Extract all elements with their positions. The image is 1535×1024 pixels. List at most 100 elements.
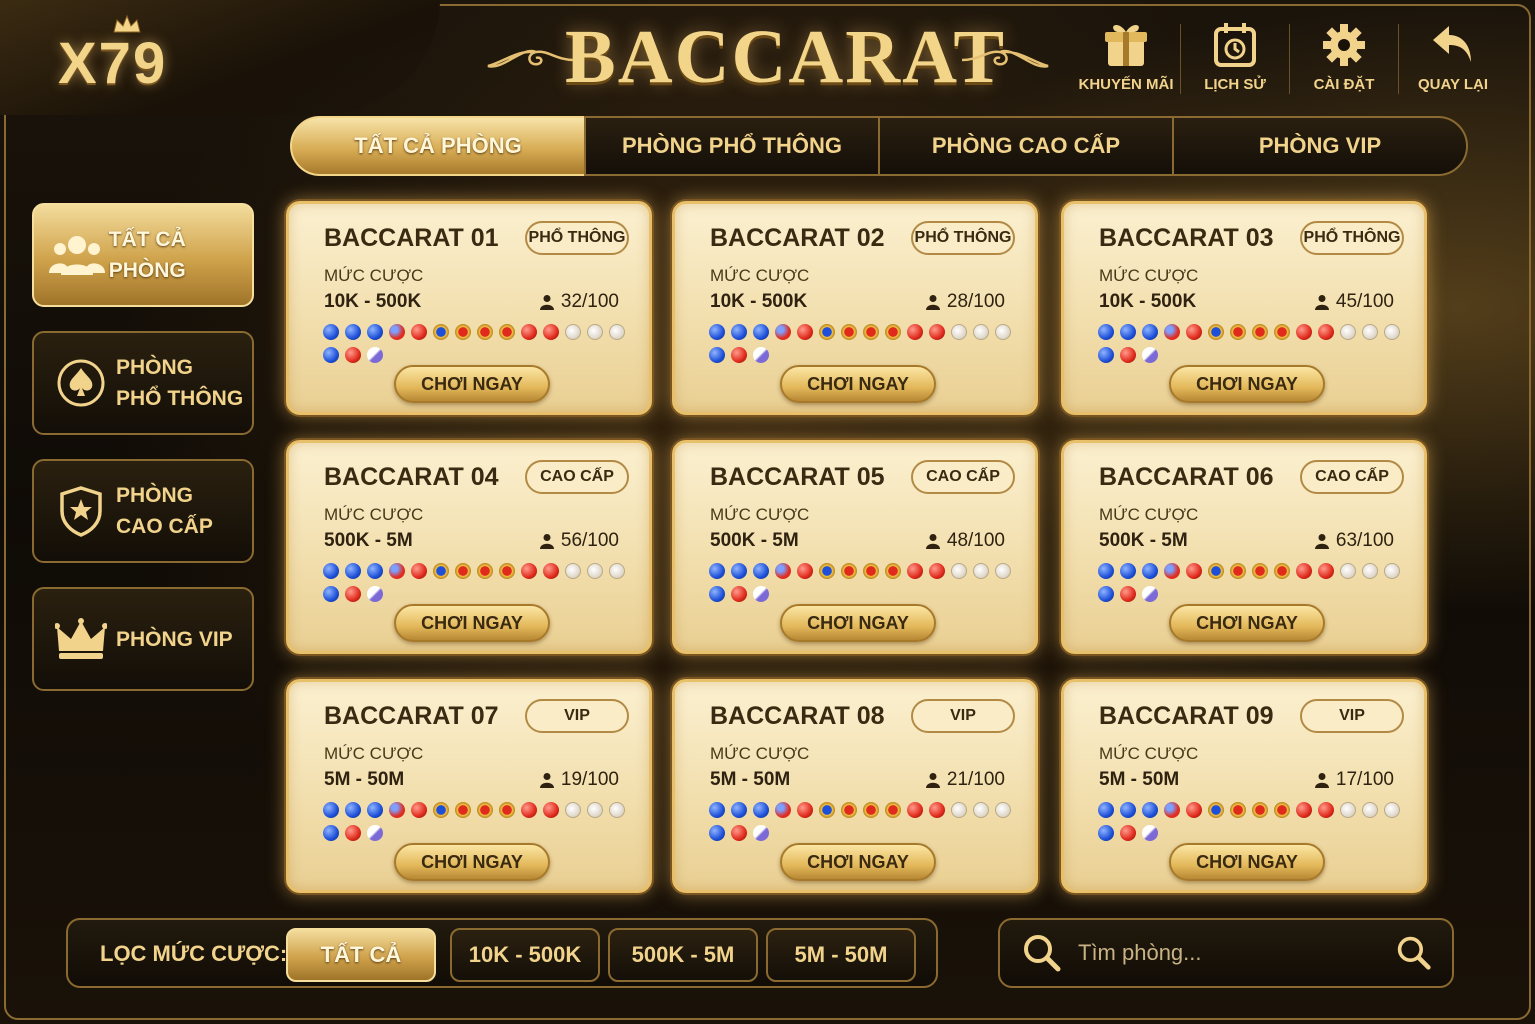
search-submit-icon[interactable] [1396, 935, 1432, 971]
filter-all[interactable]: TẤT CẢ [286, 928, 436, 982]
bead [863, 802, 879, 818]
sidebar-item-premium[interactable]: PHÒNG CAO CẤP [32, 459, 254, 563]
play-now-button[interactable]: CHƠI NGAY [394, 365, 550, 403]
player-count-value: 19/100 [560, 769, 619, 790]
calendar-history-icon [1214, 23, 1256, 67]
bead [367, 802, 383, 818]
bead [499, 324, 515, 340]
room-card[interactable]: BACCARAT 03 PHỔ THÔNG MỨC CƯỢC 10K - 500K 45… [1061, 201, 1427, 415]
play-now-button[interactable]: CHƠI NGAY [1169, 604, 1325, 642]
bet-label: MỨC CƯỢC [710, 744, 810, 763]
bead-road [323, 563, 633, 609]
bead-row [323, 347, 633, 364]
bead [1098, 802, 1114, 818]
bead [1142, 347, 1158, 363]
bead-road [709, 324, 1019, 370]
filter-500k-5m[interactable]: 500K - 5M [608, 928, 758, 982]
room-card[interactable]: BACCARAT 07 VIP MỨC CƯỢC 5M - 50M 19/100 CHƠI… [286, 679, 652, 893]
room-tier-badge: CAO CẤP [525, 460, 629, 494]
person-icon [1314, 295, 1329, 310]
bead [1120, 586, 1136, 602]
bead [345, 825, 361, 841]
bead [1274, 802, 1290, 818]
bead [775, 563, 791, 579]
back-label: QUAY LẠI [1417, 76, 1489, 93]
bead [367, 825, 383, 841]
room-tier-badge: VIP [911, 699, 1015, 733]
room-card[interactable]: BACCARAT 09 VIP MỨC CƯỢC 5M - 50M 17/100 CHƠI… [1061, 679, 1427, 893]
history-label: LỊCH SỬ [1204, 76, 1266, 93]
bead-row [709, 825, 1019, 842]
sidebar-item-all-rooms[interactable]: TẤT CẢ PHÒNG [32, 203, 254, 307]
bead [885, 802, 901, 818]
filter-10k-500k[interactable]: 10K - 500K [450, 928, 600, 982]
tab-standard-rooms[interactable]: PHÒNG PHỔ THÔNG [584, 116, 880, 176]
bead [1252, 563, 1268, 579]
bead [819, 563, 835, 579]
bead [1318, 563, 1334, 579]
filter-5m-50m[interactable]: 5M - 50M [766, 928, 916, 982]
bead-road [709, 802, 1019, 848]
bet-range: 5M - 50M [324, 769, 405, 790]
app-logo[interactable]: X79 [58, 30, 167, 97]
bead [797, 802, 813, 818]
bead [797, 324, 813, 340]
bead [1120, 324, 1136, 340]
room-card[interactable]: BACCARAT 04 CAO CẤP MỨC CƯỢC 500K - 5M 56/10… [286, 440, 652, 654]
sidebar-item-label: TẤT CẢ PHÒNG [108, 228, 186, 282]
room-tier-badge: VIP [525, 699, 629, 733]
room-tier-badge: CAO CẤP [1300, 460, 1404, 494]
tab-vip-rooms[interactable]: PHÒNG VIP [1172, 116, 1468, 176]
bead-row [709, 586, 1019, 603]
settings-button[interactable]: CÀI ĐẶT [1290, 20, 1398, 94]
room-card[interactable]: BACCARAT 02 PHỔ THÔNG MỨC CƯỢC 10K - 500K 28… [672, 201, 1038, 415]
bead-row [323, 563, 633, 580]
search-input[interactable] [1078, 940, 1378, 966]
bead [1362, 563, 1378, 579]
room-card[interactable]: BACCARAT 08 VIP MỨC CƯỢC 5M - 50M 21/100 CHƠI… [672, 679, 1038, 893]
bead [841, 563, 857, 579]
bead [929, 802, 945, 818]
tab-premium-rooms[interactable]: PHÒNG CAO CẤP [878, 116, 1174, 176]
bead [797, 563, 813, 579]
player-count-value: 45/100 [1335, 291, 1394, 312]
bead [731, 586, 747, 602]
player-count-value: 17/100 [1335, 769, 1394, 790]
filter-label: LỌC MỨC CƯỢC: [100, 941, 288, 966]
player-count-value: 48/100 [946, 530, 1005, 551]
room-card[interactable]: BACCARAT 05 CAO CẤP MỨC CƯỢC 500K - 5M 48/10… [672, 440, 1038, 654]
room-card[interactable]: BACCARAT 01 PHỔ THÔNG MỨC CƯỢC 10K - 500K 32… [286, 201, 652, 415]
bead [389, 563, 405, 579]
bead [1098, 563, 1114, 579]
play-now-button[interactable]: CHƠI NGAY [1169, 365, 1325, 403]
sidebar-item-vip[interactable]: PHÒNG VIP [32, 587, 254, 691]
bead [1384, 563, 1400, 579]
tab-all-rooms[interactable]: TẤT CẢ PHÒNG [290, 116, 586, 176]
bead [929, 563, 945, 579]
bead [1252, 324, 1268, 340]
bead [753, 586, 769, 602]
bead [433, 802, 449, 818]
sidebar-item-standard[interactable]: PHÒNG PHỔ THÔNG [32, 331, 254, 435]
bead [1098, 324, 1114, 340]
bead-road [1098, 563, 1408, 609]
bead-road [1098, 324, 1408, 370]
play-now-button[interactable]: CHƠI NGAY [780, 365, 936, 403]
play-now-button[interactable]: CHƠI NGAY [394, 604, 550, 642]
play-now-button[interactable]: CHƠI NGAY [394, 843, 550, 881]
person-icon [1314, 773, 1329, 788]
play-now-button[interactable]: CHƠI NGAY [780, 604, 936, 642]
bead [1208, 563, 1224, 579]
users-group-icon [46, 233, 109, 277]
page-title: BACCARAT [565, 15, 1007, 99]
person-icon [925, 534, 940, 549]
room-card[interactable]: BACCARAT 06 CAO CẤP MỨC CƯỢC 500K - 5M 63/10… [1061, 440, 1427, 654]
promotions-button[interactable]: KHUYẾN MÃI [1072, 20, 1180, 94]
play-now-button[interactable]: CHƠI NGAY [780, 843, 936, 881]
bead [477, 802, 493, 818]
bead [907, 324, 923, 340]
history-button[interactable]: LỊCH SỬ [1181, 20, 1289, 94]
search-box [998, 918, 1454, 988]
back-button[interactable]: QUAY LẠI [1399, 20, 1507, 94]
play-now-button[interactable]: CHƠI NGAY [1169, 843, 1325, 881]
